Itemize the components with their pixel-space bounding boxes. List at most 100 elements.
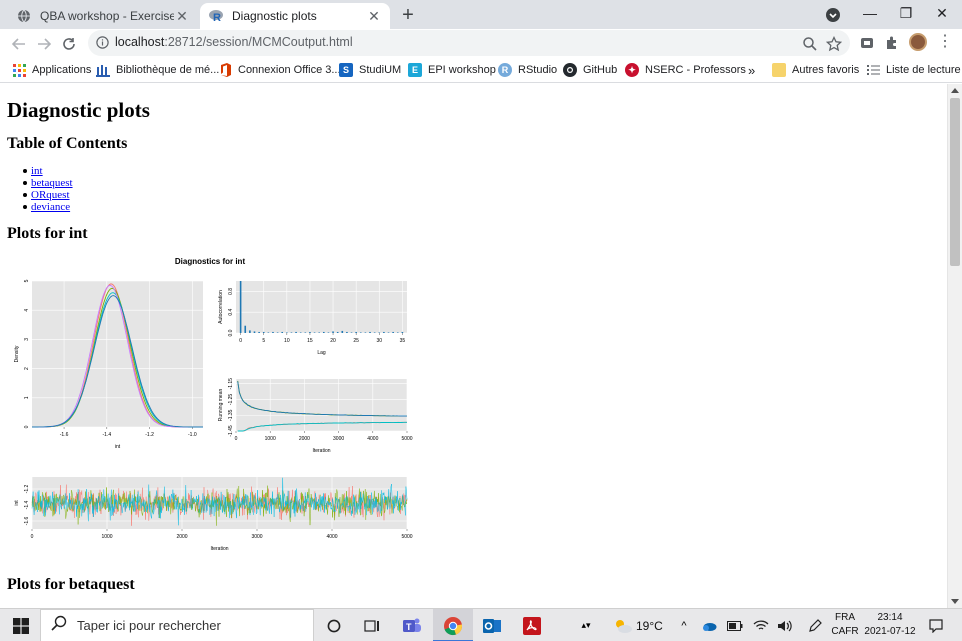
site-info-icon[interactable] (96, 36, 109, 54)
volume-icon[interactable] (776, 609, 794, 641)
office-icon (218, 63, 232, 77)
scrollbar-thumb[interactable] (950, 98, 960, 266)
scroll-up-icon[interactable] (951, 88, 959, 93)
bookmark-label: Connexion Office 3... (238, 64, 341, 76)
cortana-icon[interactable] (322, 609, 346, 641)
y-tick-label: -1.2 (24, 484, 30, 493)
bookmarks-overflow-button[interactable]: » (748, 61, 755, 79)
svg-text:T: T (406, 622, 412, 632)
tab-qba-workshop[interactable]: QBA workshop - Exercises - Baye ✕ (8, 3, 198, 29)
svg-text:R: R (213, 12, 221, 23)
task-view-icon[interactable] (360, 609, 384, 641)
x-tick-label: 4000 (326, 534, 337, 540)
apps-grid-icon (12, 63, 26, 77)
profile-avatar[interactable] (909, 33, 927, 51)
battery-icon[interactable] (726, 609, 744, 641)
url-path: :28712/session/MCMCoutput.html (164, 35, 353, 49)
github-icon (563, 63, 577, 77)
bookmark-epi-workshop[interactable]: E EPI workshop (408, 61, 496, 79)
clock-time[interactable]: 23:14 (868, 612, 912, 623)
bookmark-nserc[interactable]: ✦ NSERC - Professors (625, 61, 746, 79)
plot-background (236, 281, 407, 333)
bookmark-label: Liste de lecture (886, 64, 961, 76)
tab-search-icon[interactable] (825, 7, 841, 23)
x-tick-label: 3000 (333, 436, 344, 442)
reload-icon[interactable] (59, 34, 79, 54)
search-placeholder: Taper ici pour rechercher (77, 618, 221, 633)
browser-menu-icon[interactable]: ⋮ (937, 32, 953, 52)
x-tick-label: 5000 (401, 436, 412, 442)
wifi-icon[interactable] (752, 609, 770, 641)
tray-scroll-icon[interactable]: ▴▾ (580, 609, 592, 641)
address-bar[interactable]: localhost:28712/session/MCMCoutput.html (88, 30, 850, 56)
density-panel: -1.6 -1.4 -1.2 -1.0 0 1 2 3 4 5 int Density (14, 279, 203, 450)
teams-icon[interactable]: T (398, 609, 426, 641)
windows-start-icon[interactable] (6, 609, 36, 641)
bookmark-label: Autres favoris (792, 64, 860, 76)
x-tick-label: -1.6 (60, 432, 69, 438)
extensions-puzzle-icon[interactable] (884, 35, 900, 51)
notifications-icon[interactable] (926, 609, 946, 641)
r-logo-icon: R (208, 8, 224, 24)
bookmark-label: Applications (32, 64, 92, 76)
epi-icon: E (408, 63, 422, 77)
tab-title: Diagnostic plots (232, 9, 317, 23)
bookmark-other-favorites[interactable]: Autres favoris (772, 61, 859, 79)
x-axis-label: Iteration (312, 448, 330, 454)
search-icon (51, 615, 67, 636)
clock-date[interactable]: 2021-07-12 (862, 626, 918, 637)
minimize-button[interactable]: — (852, 0, 888, 28)
show-hidden-icons-icon[interactable]: ^ (676, 609, 692, 641)
bookmarks-bar: Applications Bibliothèque de mé... Conne… (0, 57, 962, 83)
restore-button[interactable]: ❐ (888, 0, 924, 28)
bookmark-rstudio[interactable]: R RStudio (498, 61, 557, 79)
x-tick-label: 5 (262, 338, 265, 344)
input-locale[interactable]: CAFR (830, 626, 860, 637)
forward-arrow-icon[interactable] (34, 34, 54, 54)
scroll-down-icon[interactable] (951, 599, 959, 604)
weather-icon[interactable] (608, 609, 638, 641)
y-tick-label: -1.6 (24, 516, 30, 525)
bookmark-star-icon[interactable] (825, 35, 843, 52)
x-tick-label: 1000 (101, 534, 112, 540)
y-tick-label: -1.35 (228, 409, 234, 421)
bookmark-github[interactable]: GitHub (563, 61, 617, 79)
x-tick-label: 15 (307, 338, 313, 344)
page-scrollbar[interactable] (947, 84, 962, 608)
bookmark-label: StudiUM (359, 64, 402, 76)
bookmark-applications[interactable]: Applications (12, 61, 91, 79)
taskbar-search-box[interactable]: Taper ici pour rechercher (40, 609, 314, 641)
close-window-button[interactable]: ✕ (924, 0, 960, 28)
bookmark-office[interactable]: Connexion Office 3... (218, 61, 341, 79)
x-tick-label: -1.2 (145, 432, 154, 438)
input-language[interactable]: FRA (832, 612, 858, 623)
close-tab-icon[interactable]: ✕ (366, 8, 382, 24)
bookmark-bibliotheque[interactable]: Bibliothèque de mé... (96, 61, 219, 79)
rstudio-icon: R (498, 63, 512, 77)
close-tab-icon[interactable]: ✕ (174, 8, 190, 24)
onedrive-cloud-icon[interactable] (700, 609, 718, 641)
new-tab-button[interactable]: + (397, 5, 419, 27)
bookmark-label: NSERC - Professors (645, 64, 746, 76)
plot-background (32, 281, 203, 427)
bookmark-studium[interactable]: S StudiUM (339, 61, 401, 79)
trace-panel: 0 1000 2000 3000 4000 5000 -1.6 -1.4 -1.2 Iterati… (14, 477, 413, 552)
x-tick-label: 0 (235, 436, 238, 442)
figure-title: Diagnostics for int (175, 257, 246, 266)
pen-icon[interactable] (806, 609, 824, 641)
windows-taskbar: Taper ici pour rechercher T ▴▾ 19°C ^ FR… (0, 608, 962, 641)
y-tick-label: -1.15 (228, 378, 234, 390)
back-arrow-icon[interactable] (9, 34, 29, 54)
y-tick-label: 1 (24, 396, 30, 399)
outlook-icon[interactable] (478, 609, 506, 641)
x-axis-label: int (115, 444, 121, 450)
chrome-icon[interactable] (437, 609, 469, 641)
acrobat-icon[interactable] (518, 609, 546, 641)
extension-shield-icon[interactable] (859, 35, 875, 51)
zoom-icon[interactable] (802, 36, 818, 52)
tab-diagnostic-plots[interactable]: R Diagnostic plots ✕ (200, 3, 390, 29)
x-tick-label: 4000 (367, 436, 378, 442)
url-text: localhost:28712/session/MCMCoutput.html (115, 35, 353, 49)
reading-list-button[interactable]: Liste de lecture (866, 61, 961, 79)
reading-list-icon (866, 63, 880, 77)
